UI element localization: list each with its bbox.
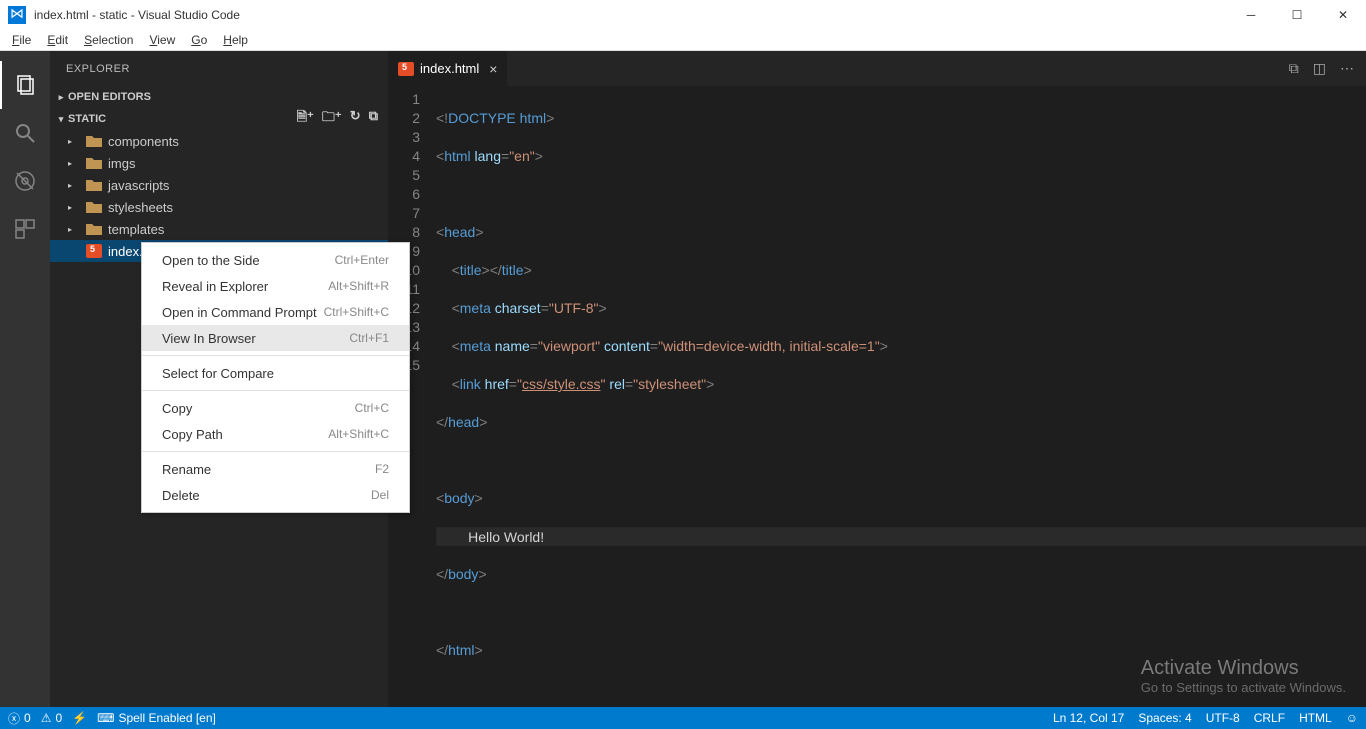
menu-go[interactable]: Go bbox=[183, 30, 215, 51]
titlebar: index.html - static - Visual Studio Code… bbox=[0, 0, 1366, 30]
ctx-separator bbox=[142, 355, 409, 356]
folder-icon bbox=[86, 200, 102, 214]
html-file-icon bbox=[398, 62, 414, 76]
refresh-icon[interactable]: ↻ bbox=[350, 108, 361, 130]
section-tools: 🗎⁺ 🗀⁺ ↻ ⧉ bbox=[297, 108, 384, 130]
tree-label: components bbox=[108, 134, 179, 149]
folder-icon bbox=[86, 134, 102, 148]
status-encoding[interactable]: UTF-8 bbox=[1206, 711, 1240, 725]
keyboard-icon: ⌨ bbox=[97, 711, 114, 725]
editor-body[interactable]: 123456789101112131415 <!DOCTYPE html> <h… bbox=[388, 86, 1366, 707]
menu-help[interactable]: Help bbox=[215, 30, 256, 51]
html-file-icon bbox=[86, 244, 102, 258]
status-warnings[interactable]: ⚠0 bbox=[41, 711, 62, 725]
folder-imgs[interactable]: ▸ imgs bbox=[50, 152, 388, 174]
ctx-copy[interactable]: CopyCtrl+C bbox=[142, 395, 409, 421]
menu-view[interactable]: View bbox=[141, 30, 183, 51]
more-icon[interactable]: ⋯ bbox=[1340, 60, 1354, 77]
folder-icon bbox=[86, 178, 102, 192]
window-title: index.html - static - Visual Studio Code bbox=[34, 8, 240, 22]
ctx-select-compare[interactable]: Select for Compare bbox=[142, 360, 409, 386]
ctx-delete[interactable]: DeleteDel bbox=[142, 482, 409, 508]
close-tab-icon[interactable]: × bbox=[489, 61, 497, 77]
window-controls: ─ ☐ ✕ bbox=[1228, 0, 1366, 30]
chevron-down-icon: ▾ bbox=[54, 114, 68, 125]
status-position[interactable]: Ln 12, Col 17 bbox=[1053, 711, 1124, 725]
folder-stylesheets[interactable]: ▸ stylesheets bbox=[50, 196, 388, 218]
menu-edit[interactable]: Edit bbox=[39, 30, 76, 51]
menu-file[interactable]: File bbox=[4, 30, 39, 51]
ctx-separator bbox=[142, 451, 409, 452]
ctx-separator bbox=[142, 390, 409, 391]
new-folder-icon[interactable]: 🗀⁺ bbox=[322, 108, 342, 130]
activity-debug-icon[interactable] bbox=[0, 157, 50, 205]
code-content[interactable]: <!DOCTYPE html> <html lang="en"> <head> … bbox=[436, 86, 1366, 707]
chevron-right-icon: ▸ bbox=[54, 92, 68, 103]
tree-label: javascripts bbox=[108, 178, 169, 193]
split-editor-icon[interactable]: ◫ bbox=[1313, 60, 1326, 77]
status-language[interactable]: HTML bbox=[1299, 711, 1332, 725]
ctx-reveal-explorer[interactable]: Reveal in ExplorerAlt+Shift+R bbox=[142, 273, 409, 299]
section-label: OPEN EDITORS bbox=[68, 91, 151, 103]
statusbar: ⓧ0 ⚠0 ⚡ ⌨Spell Enabled [en] Ln 12, Col 1… bbox=[0, 707, 1366, 729]
tree-label: imgs bbox=[108, 156, 135, 171]
context-menu: Open to the SideCtrl+Enter Reveal in Exp… bbox=[141, 242, 410, 513]
chevron-right-icon: ▸ bbox=[68, 181, 80, 190]
editor-actions: ⧉ ◫ ⋯ bbox=[1289, 51, 1366, 86]
editor-tabs: index.html × ⧉ ◫ ⋯ bbox=[388, 51, 1366, 86]
activity-extensions-icon[interactable] bbox=[0, 205, 50, 253]
error-icon: ⓧ bbox=[8, 710, 20, 727]
section-label: STATIC bbox=[68, 113, 106, 125]
chevron-right-icon: ▸ bbox=[68, 203, 80, 212]
warning-icon: ⚠ bbox=[41, 711, 52, 725]
editor-area: index.html × ⧉ ◫ ⋯ 123456789101112131415… bbox=[388, 51, 1366, 707]
sidebar-title: EXPLORER bbox=[50, 51, 388, 86]
menubar: File Edit Selection View Go Help bbox=[0, 30, 1366, 51]
collapse-icon[interactable]: ⧉ bbox=[369, 108, 378, 130]
minimize-button[interactable]: ─ bbox=[1228, 0, 1274, 30]
tree-label: stylesheets bbox=[108, 200, 173, 215]
activity-explorer-icon[interactable] bbox=[0, 61, 50, 109]
folder-icon bbox=[86, 156, 102, 170]
section-open-editors[interactable]: ▸ OPEN EDITORS bbox=[50, 86, 388, 108]
vscode-logo-icon bbox=[8, 6, 26, 24]
menu-selection[interactable]: Selection bbox=[76, 30, 141, 51]
status-eol[interactable]: CRLF bbox=[1254, 711, 1285, 725]
ctx-open-side[interactable]: Open to the SideCtrl+Enter bbox=[142, 247, 409, 273]
new-file-icon[interactable]: 🗎⁺ bbox=[297, 108, 314, 130]
status-errors[interactable]: ⓧ0 bbox=[8, 710, 31, 727]
folder-templates[interactable]: ▸ templates bbox=[50, 218, 388, 240]
ctx-view-in-browser[interactable]: View In BrowserCtrl+F1 bbox=[142, 325, 409, 351]
tab-label: index.html bbox=[420, 61, 479, 76]
folder-components[interactable]: ▸ components bbox=[50, 130, 388, 152]
activity-search-icon[interactable] bbox=[0, 109, 50, 157]
ctx-copy-path[interactable]: Copy PathAlt+Shift+C bbox=[142, 421, 409, 447]
section-project[interactable]: ▾ STATIC 🗎⁺ 🗀⁺ ↻ ⧉ bbox=[50, 108, 388, 130]
folder-javascripts[interactable]: ▸ javascripts bbox=[50, 174, 388, 196]
ctx-open-cmd[interactable]: Open in Command PromptCtrl+Shift+C bbox=[142, 299, 409, 325]
close-button[interactable]: ✕ bbox=[1320, 0, 1366, 30]
status-spaces[interactable]: Spaces: 4 bbox=[1138, 711, 1191, 725]
compare-icon[interactable]: ⧉ bbox=[1289, 60, 1299, 77]
chevron-right-icon: ▸ bbox=[68, 137, 80, 146]
status-git-icon[interactable]: ⚡ bbox=[72, 711, 87, 725]
maximize-button[interactable]: ☐ bbox=[1274, 0, 1320, 30]
activity-bar bbox=[0, 51, 50, 707]
tree-label: templates bbox=[108, 222, 164, 237]
status-feedback-icon[interactable]: ☺ bbox=[1346, 711, 1358, 725]
tab-index-html[interactable]: index.html × bbox=[388, 51, 508, 86]
ctx-rename[interactable]: RenameF2 bbox=[142, 456, 409, 482]
chevron-right-icon: ▸ bbox=[68, 159, 80, 168]
chevron-right-icon: ▸ bbox=[68, 225, 80, 234]
status-spell[interactable]: ⌨Spell Enabled [en] bbox=[97, 711, 216, 725]
folder-icon bbox=[86, 222, 102, 236]
